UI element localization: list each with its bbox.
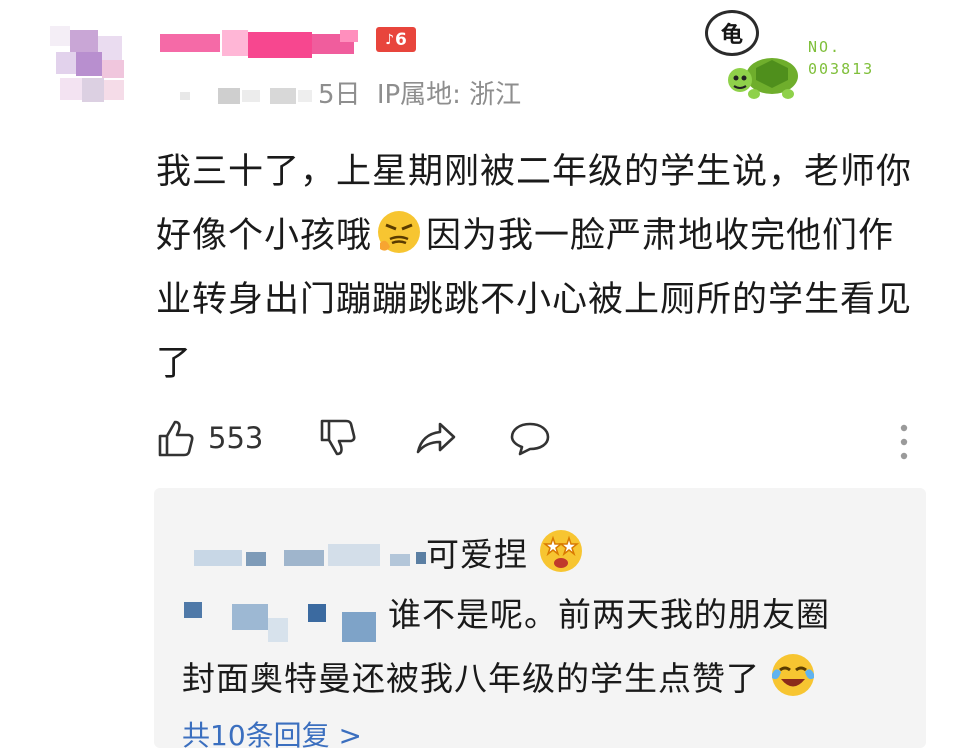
like-count: 553 [208,421,264,455]
more-replies-link[interactable]: 共10条回复 > [182,714,362,754]
comment-date: 5日 [318,80,361,110]
username[interactable] [160,30,360,60]
timestamp-blurred [180,84,315,106]
avatar[interactable] [50,26,126,104]
comment-text: 我三十了，上星期刚被二年级的学生说，老师你好像个小孩哦 因为我一脸严肃地收完他们… [156,152,913,384]
tears-of-joy-icon [772,654,814,696]
like-button[interactable]: 553 [156,418,263,458]
reply-button[interactable] [508,418,552,458]
share-icon [416,422,456,454]
comment-meta: 5日 IP属地: 浙江 [318,74,521,111]
more-options-button[interactable] [898,422,910,462]
starry-eyes-icon [540,530,582,572]
ip-location: IP属地: 浙江 [376,80,522,110]
reply-username[interactable] [184,596,380,642]
smirk-emoji-icon [378,211,421,253]
comment-bubble-icon [510,422,550,456]
dislike-button[interactable] [318,418,358,458]
thumbs-down-icon [320,419,356,456]
action-bar: 553 [156,418,916,468]
reply-1[interactable]: 可爱捏 [426,528,588,576]
thumbs-up-icon [158,420,194,457]
turtle-icon [728,58,798,99]
reply-2-line-2: 封面奥特曼还被我八年级的学生点赞了 [182,652,820,700]
more-vertical-icon [900,424,908,460]
replies-panel: 可爱捏 谁不是呢。前两天我的朋友圈 封面奥特曼还被我八年级的学生点赞了 共10条… [154,488,926,752]
reply-2-line-1: 谁不是呢。前两天我的朋友圈 [388,595,830,634]
badge-number: NO. 003813 [808,38,875,78]
reply-username[interactable] [194,544,426,570]
level-badge: ♪ 6 [376,27,416,52]
share-button[interactable] [414,418,458,458]
